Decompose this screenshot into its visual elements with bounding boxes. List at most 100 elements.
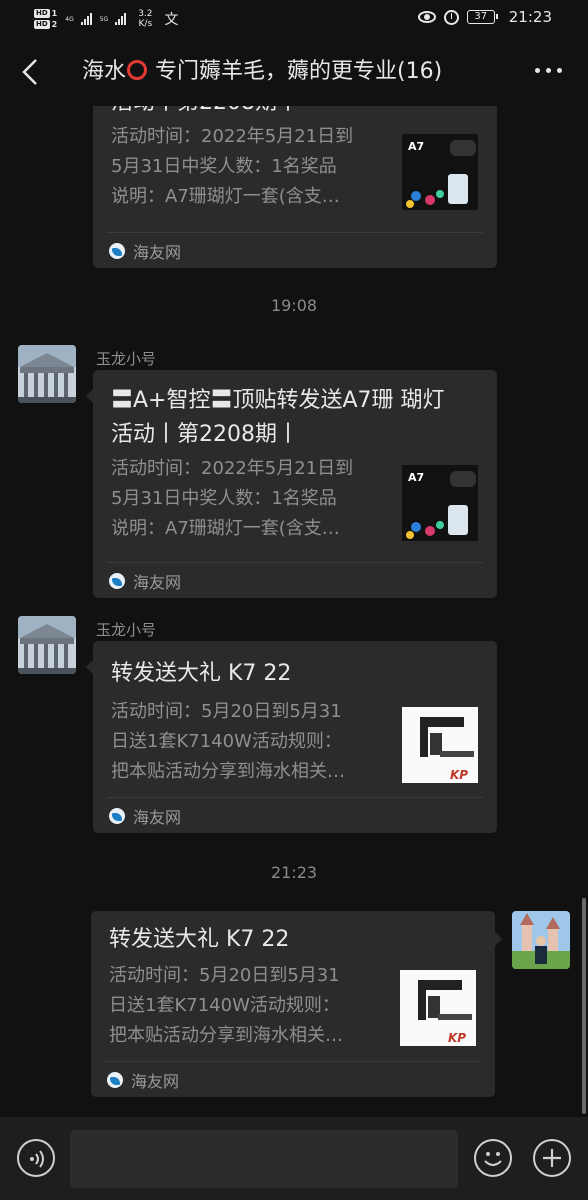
desc-line: 说明：A7珊瑚灯一套(含支… (111, 186, 340, 207)
avatar[interactable] (18, 345, 76, 403)
desc-line: 把本贴活动分享到海水相关… (111, 761, 345, 782)
desc-line: 活动时间：2022年5月21日到 (111, 458, 354, 479)
chat-timestamp: 19:08 (270, 296, 318, 315)
chat-title[interactable]: 海水 专门薅羊毛，薅的更专业(16) (82, 56, 507, 88)
link-card-source-label: 海友网 (133, 808, 182, 827)
link-card-source-label: 海友网 (131, 1072, 180, 1091)
desc-line: 活动时间：5月20日到5月31 (111, 701, 342, 722)
hd-badge-2: HD (34, 20, 50, 29)
more-dot (557, 68, 562, 73)
more-dot (546, 68, 551, 73)
link-card-source: 海友网 (109, 239, 181, 263)
voice-icon (30, 1150, 44, 1168)
eye-icon (417, 11, 436, 23)
link-card-title: 〓A+智控〓顶贴转发送A7珊 瑚灯 活动丨第2208期丨 (111, 384, 445, 452)
plus-icon (543, 1149, 561, 1167)
source-logo-icon (109, 243, 125, 259)
chat-message-list[interactable]: 活动丨第2208期丨 活动时间：2022年5月21日到 5月31日中奖人数：1名… (0, 106, 588, 1117)
battery-icon: 37 (466, 10, 498, 24)
status-bar-right: 37 21:23 (417, 8, 552, 26)
source-logo-icon (107, 1072, 123, 1088)
thumb-label: KP (450, 768, 468, 782)
title-line: 转发送大礼 K7 22 (111, 661, 292, 686)
alarm-icon (443, 9, 459, 25)
sim-2-label: 2 (51, 20, 58, 29)
bubble-tail (86, 660, 93, 674)
sim-1-label: 1 (51, 9, 58, 18)
link-card-description: 活动时间：2022年5月21日到 5月31日中奖人数：1名奖品 说明：A7珊瑚灯… (111, 454, 391, 544)
title-line: 活动丨第2208期丨 (111, 422, 299, 447)
chevron-left-icon (22, 59, 37, 85)
sender-name: 玉龙小号 (96, 350, 157, 368)
link-card-thumbnail: A7 (402, 465, 478, 541)
chat-title-suffix: 专门薅羊毛，薅的更专业(16) (148, 59, 443, 84)
red-circle-emoji-icon (127, 60, 148, 80)
link-card-title: 转发送大礼 K7 22 (109, 923, 289, 957)
link-card-thumbnail: KP (402, 707, 478, 783)
link-card-source: 海友网 (109, 569, 181, 593)
chat-timestamp: 21:23 (270, 863, 318, 882)
link-card-title: 活动丨第2208期丨 (111, 106, 299, 120)
network-speed-value: 3.2 (138, 9, 153, 19)
link-card-message[interactable]: 〓A+智控〓顶贴转发送A7珊 瑚灯 活动丨第2208期丨 活动时间：2022年5… (93, 370, 497, 598)
link-card-title: 转发送大礼 K7 22 (111, 657, 291, 691)
status-bar-left: HD 1 HD 2 4G 5G 3.2 K/s 文 (34, 4, 179, 34)
network-type-2: 5G (99, 15, 109, 23)
emoji-icon (484, 1152, 502, 1166)
scrollbar[interactable] (582, 898, 586, 1114)
source-logo-icon (109, 573, 125, 589)
link-card-divider (107, 562, 483, 563)
hd-badge-1: HD (34, 9, 50, 18)
more-button[interactable] (535, 68, 562, 73)
link-card-description: 活动时间：2022年5月21日到 5月31日中奖人数：1名奖品 说明：A7珊瑚灯… (111, 122, 391, 212)
link-card-thumbnail: A7 (402, 134, 478, 210)
link-card-divider (107, 232, 483, 233)
desc-line: 日送1套K7140W活动规则： (109, 995, 340, 1016)
signal-icon (115, 13, 127, 25)
title-line: 转发送大礼 K7 22 (109, 927, 290, 952)
bubble-tail (495, 932, 502, 946)
thumb-label: KP (448, 1031, 466, 1045)
signal-icon (80, 13, 92, 25)
emoji-button[interactable] (474, 1139, 512, 1177)
link-card-divider (105, 1061, 481, 1062)
link-card-source: 海友网 (109, 804, 181, 828)
input-bar (0, 1117, 588, 1200)
status-bar: HD 1 HD 2 4G 5G 3.2 K/s 文 37 21:23 (0, 0, 588, 38)
desc-line: 日送1套K7140W活动规则： (111, 731, 342, 752)
source-logo-icon (109, 808, 125, 824)
link-card-description: 活动时间：5月20日到5月31 日送1套K7140W活动规则： 把本贴活动分享到… (111, 697, 391, 787)
message-input[interactable] (70, 1130, 458, 1188)
network-speed-unit: K/s (138, 19, 153, 29)
title-line: 〓A+智控〓顶贴转发送A7珊 瑚灯 (111, 388, 445, 413)
avatar[interactable] (18, 616, 76, 674)
thumb-label: A7 (408, 471, 424, 484)
desc-line: 5月31日中奖人数：1名奖品 (111, 488, 337, 509)
network-speed: 3.2 K/s (138, 9, 152, 29)
thumb-label: A7 (408, 140, 424, 153)
clock: 21:23 (508, 8, 552, 26)
plus-button[interactable] (533, 1139, 571, 1177)
link-card-message[interactable]: 活动丨第2208期丨 活动时间：2022年5月21日到 5月31日中奖人数：1名… (93, 106, 497, 268)
avatar[interactable] (512, 911, 570, 969)
desc-line: 把本贴活动分享到海水相关… (109, 1025, 343, 1046)
link-card-thumbnail: KP (400, 970, 476, 1046)
desc-line: 活动时间：5月20日到5月31 (109, 965, 340, 986)
more-dots-icon (535, 68, 540, 73)
voice-button[interactable] (17, 1139, 55, 1177)
desc-line: 说明：A7珊瑚灯一套(含支… (111, 518, 340, 539)
desc-line: 活动时间：2022年5月21日到 (111, 126, 354, 147)
chat-title-prefix: 海水 (82, 59, 127, 84)
link-card-divider (107, 797, 483, 798)
sim-indicators: HD 1 HD 2 (34, 9, 57, 29)
text-mode-icon: 文 (164, 12, 179, 28)
network-type-1: 4G (65, 15, 74, 23)
back-button[interactable] (14, 56, 46, 88)
link-card-source-label: 海友网 (133, 243, 182, 262)
bubble-tail (86, 389, 93, 403)
link-card-source-label: 海友网 (133, 573, 182, 592)
link-card-message[interactable]: 转发送大礼 K7 22 活动时间：5月20日到5月31 日送1套K7140W活动… (93, 641, 497, 833)
link-card-source: 海友网 (107, 1068, 179, 1092)
desc-line: 5月31日中奖人数：1名奖品 (111, 156, 337, 177)
link-card-message[interactable]: 转发送大礼 K7 22 活动时间：5月20日到5月31 日送1套K7140W活动… (91, 911, 495, 1097)
